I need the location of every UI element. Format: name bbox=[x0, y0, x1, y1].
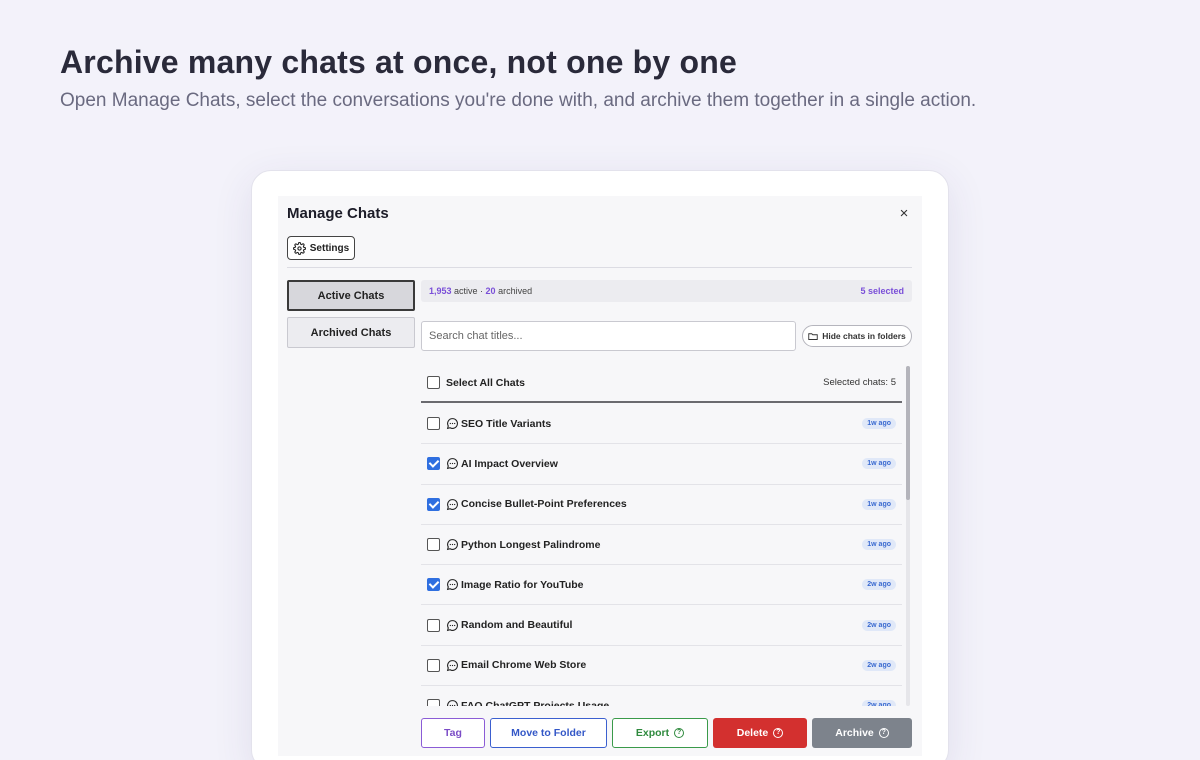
tab-active-chats[interactable]: Active Chats bbox=[287, 280, 415, 311]
close-icon[interactable]: × bbox=[895, 205, 913, 223]
help-icon[interactable]: ? bbox=[878, 728, 889, 738]
chat-bubble-icon bbox=[446, 660, 458, 672]
hero-title: Archive many chats at once, not one by o… bbox=[60, 44, 738, 80]
delete-label: Delete bbox=[736, 727, 769, 739]
scrollbar-thumb[interactable] bbox=[906, 366, 910, 500]
chat-row[interactable]: Concise Bullet-Point Preferences 1w ago bbox=[421, 485, 902, 525]
chat-checkbox[interactable] bbox=[427, 497, 440, 511]
select-all-label: Select All Chats bbox=[446, 376, 525, 389]
chat-title: Python Longest Palindrome bbox=[461, 538, 601, 551]
chat-row[interactable]: SEO Title Variants 1w ago bbox=[421, 404, 902, 445]
chat-bubble-icon bbox=[446, 539, 458, 551]
selected-badge: 5 selected bbox=[860, 286, 904, 296]
chat-checkbox[interactable] bbox=[427, 699, 440, 706]
settings-label: Settings bbox=[309, 242, 350, 254]
chat-rows: SEO Title Variants 1w ago AI Impact Overvi… bbox=[421, 404, 902, 706]
chat-time-badge: 2w ago bbox=[862, 579, 896, 591]
move-to-folder-button[interactable]: Move to Folder bbox=[490, 718, 607, 748]
stats-bar: 1,953 active · 20 archived 5 selected bbox=[421, 280, 912, 302]
chat-bubble-icon bbox=[446, 498, 458, 510]
archive-button[interactable]: Archive ? bbox=[812, 718, 912, 748]
chat-time-badge: 2w ago bbox=[862, 700, 896, 706]
chat-time-badge: 2w ago bbox=[862, 619, 896, 631]
selected-count: Selected chats: 5 bbox=[823, 377, 896, 388]
chat-time-badge: 1w ago bbox=[862, 539, 896, 551]
chat-bubble-icon bbox=[446, 579, 458, 591]
chat-row[interactable]: Python Longest Palindrome 1w ago bbox=[421, 525, 902, 566]
chat-title: SEO Title Variants bbox=[461, 417, 552, 430]
chat-stats: 1,953 active · 20 archived bbox=[429, 286, 532, 296]
header-divider bbox=[287, 267, 912, 268]
chat-list: Select All Chats Selected chats: 5 SEO T… bbox=[421, 364, 904, 706]
manage-chats-modal: Manage Chats × Settings Active Chats Arc… bbox=[278, 196, 922, 756]
archived-count: 20 bbox=[485, 286, 496, 296]
chat-title: Email Chrome Web Store bbox=[461, 659, 587, 672]
active-count: 1,953 bbox=[429, 286, 452, 296]
chat-checkbox[interactable] bbox=[427, 578, 440, 592]
search-input[interactable] bbox=[421, 321, 796, 351]
chat-row[interactable]: Image Ratio for YouTube 2w ago bbox=[421, 565, 902, 606]
chat-time-badge: 1w ago bbox=[862, 498, 896, 510]
chat-title: Random and Beautiful bbox=[461, 619, 573, 632]
chat-checkbox[interactable] bbox=[427, 538, 440, 552]
hero-subtitle: Open Manage Chats, select the conversati… bbox=[60, 90, 977, 111]
chat-title: AI Impact Overview bbox=[461, 457, 558, 470]
archived-label: archived bbox=[495, 286, 533, 296]
chat-checkbox[interactable] bbox=[427, 417, 440, 431]
action-bar: Tag Move to Folder Export ? Delete ? Arc… bbox=[421, 718, 912, 748]
chat-bubble-icon bbox=[446, 619, 458, 631]
tag-button[interactable]: Tag bbox=[421, 718, 485, 748]
chat-time-badge: 2w ago bbox=[862, 659, 896, 671]
folder-icon bbox=[808, 332, 818, 340]
help-icon[interactable]: ? bbox=[674, 728, 685, 738]
select-all-row[interactable]: Select All Chats Selected chats: 5 bbox=[421, 364, 902, 403]
chat-row[interactable]: Email Chrome Web Store 2w ago bbox=[421, 646, 902, 687]
modal-title: Manage Chats bbox=[287, 205, 389, 222]
hide-folders-label: Hide chats in folders bbox=[822, 331, 906, 341]
active-label: active · bbox=[451, 286, 486, 296]
chat-checkbox[interactable] bbox=[427, 658, 440, 672]
hide-folders-button[interactable]: Hide chats in folders bbox=[802, 325, 912, 347]
chat-row[interactable]: FAQ ChatGPT Projects Usage 2w ago bbox=[421, 686, 902, 706]
chat-row[interactable]: Random and Beautiful 2w ago bbox=[421, 605, 902, 646]
chat-bubble-icon bbox=[447, 700, 458, 706]
export-button[interactable]: Export ? bbox=[612, 718, 708, 748]
help-icon[interactable]: ? bbox=[773, 728, 784, 738]
tab-archived-chats[interactable]: Archived Chats bbox=[287, 317, 415, 348]
gear-icon bbox=[292, 241, 306, 255]
select-all-checkbox[interactable] bbox=[427, 376, 440, 389]
chat-bubble-icon bbox=[446, 418, 458, 430]
move-label: Move to Folder bbox=[511, 727, 586, 739]
chat-title: Concise Bullet-Point Preferences bbox=[461, 498, 627, 511]
delete-button[interactable]: Delete ? bbox=[713, 718, 807, 748]
tag-label: Tag bbox=[444, 727, 462, 739]
archive-label: Archive bbox=[835, 727, 874, 739]
settings-button[interactable]: Settings bbox=[287, 236, 355, 260]
chat-time-badge: 1w ago bbox=[862, 418, 896, 430]
chat-checkbox[interactable] bbox=[427, 457, 440, 471]
export-label: Export bbox=[635, 727, 670, 739]
chat-bubble-icon bbox=[446, 458, 458, 470]
chat-checkbox[interactable] bbox=[427, 618, 440, 632]
chat-title: Image Ratio for YouTube bbox=[461, 578, 584, 591]
chat-time-badge: 1w ago bbox=[862, 458, 896, 470]
chat-title: FAQ ChatGPT Projects Usage bbox=[461, 699, 610, 706]
chat-row[interactable]: AI Impact Overview 1w ago bbox=[421, 444, 902, 485]
